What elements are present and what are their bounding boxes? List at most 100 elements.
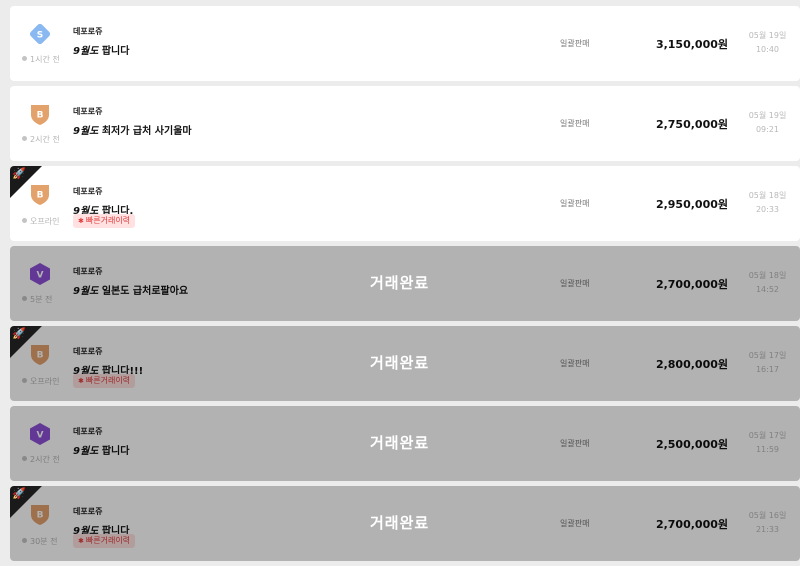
server-name: 9월도 xyxy=(73,286,99,297)
rocket-icon: 🚀 xyxy=(12,487,26,500)
price: 2,800,000원 xyxy=(655,358,728,371)
grade-badge-icon: B xyxy=(28,102,52,126)
trade-row[interactable]: B 2시간 전 데포로쥬 9월도 최저가 급처 사기울마 일괄판매 2,750,… xyxy=(10,86,800,161)
sale-type: 일괄판매 xyxy=(560,279,590,288)
price: 2,950,000원 xyxy=(655,198,728,211)
price: 2,700,000원 xyxy=(655,278,728,291)
status-text: 30분 전 xyxy=(30,537,58,546)
sale-type: 일괄판매 xyxy=(560,39,590,48)
grade-badge-icon: S xyxy=(28,22,52,46)
date-day: 05월 18일 xyxy=(748,191,787,200)
online-status: 30분 전 xyxy=(22,536,57,547)
date-time: 16:17 xyxy=(755,365,780,374)
trade-date: 05월 18일 14:52 xyxy=(745,269,790,297)
server-name: 9월도 xyxy=(73,126,99,137)
status-dot-icon xyxy=(22,538,27,543)
price: 3,150,000원 xyxy=(655,38,728,51)
grade-badge-icon: V xyxy=(28,422,52,446)
title-text: 최저가 급처 사기울마 xyxy=(101,126,192,137)
date-day: 05월 19일 xyxy=(748,111,787,120)
trade-completed-label: 거래완료 xyxy=(370,514,430,532)
date-time: 10:40 xyxy=(755,45,780,54)
title-text: 팝니다 xyxy=(101,446,130,457)
online-status: 오프라인 xyxy=(22,376,59,387)
date-time: 09:21 xyxy=(755,125,780,134)
rocket-icon: 🚀 xyxy=(12,167,26,180)
trade-completed-label: 거래완료 xyxy=(370,274,430,292)
fast-trade-badge: ✱ 빠른거래이력 xyxy=(73,534,136,548)
sale-type: 일괄판매 xyxy=(560,119,590,128)
date-day: 05월 19일 xyxy=(748,31,787,40)
sale-type: 일괄판매 xyxy=(560,439,590,448)
status-dot-icon xyxy=(22,456,27,461)
online-status: 1시간 전 xyxy=(22,54,60,65)
price: 2,700,000원 xyxy=(655,518,728,531)
status-text: 오프라인 xyxy=(30,217,60,226)
date-day: 05월 17일 xyxy=(748,351,787,360)
network-icon: ✱ xyxy=(78,217,84,225)
price: 2,750,000원 xyxy=(655,118,728,131)
trade-row[interactable]: 🚀 B 오프라인 데포로쥬 9월도 팝니다. ✱ 빠른거래이력 일괄판매 2,95… xyxy=(10,166,800,241)
fast-trade-label: 빠른거래이력 xyxy=(85,216,131,225)
trade-date: 05월 18일 20:33 xyxy=(745,189,790,217)
trade-row[interactable]: 🚀 B 오프라인 데포로쥬 9월도 팝니다!!! ✱ 빠른거래이력 거래완료 일괄… xyxy=(10,326,800,401)
trade-date: 05월 17일 11:59 xyxy=(745,429,790,457)
title-text: 일본도 급처로팔아요 xyxy=(101,286,189,297)
status-text: 5분 전 xyxy=(30,295,53,304)
sale-type: 일괄판매 xyxy=(560,359,590,368)
online-status: 5분 전 xyxy=(22,294,52,305)
status-text: 오프라인 xyxy=(30,377,60,386)
grade-badge-icon: V xyxy=(28,262,52,286)
online-status: 오프라인 xyxy=(22,216,59,227)
trade-title[interactable]: 9월도 팝니다 xyxy=(73,42,129,57)
date-day: 05월 18일 xyxy=(748,271,787,280)
online-status: 2시간 전 xyxy=(22,134,60,145)
svg-text:B: B xyxy=(37,111,44,121)
trade-title[interactable]: 9월도 일본도 급처로팔아요 xyxy=(73,282,188,297)
status-text: 2시간 전 xyxy=(30,455,60,464)
status-dot-icon xyxy=(22,136,27,141)
date-time: 14:52 xyxy=(755,285,780,294)
svg-text:V: V xyxy=(37,431,44,441)
rocket-icon: 🚀 xyxy=(12,327,26,340)
date-time: 21:33 xyxy=(755,525,780,534)
seller-name[interactable]: 데포로쥬 xyxy=(73,426,102,437)
seller-name[interactable]: 데포로쥬 xyxy=(73,506,102,517)
trade-row[interactable]: 🚀 B 30분 전 데포로쥬 9월도 팝니다 ✱ 빠른거래이력 거래완료 일괄판매… xyxy=(10,486,800,561)
date-time: 11:59 xyxy=(755,445,780,454)
status-dot-icon xyxy=(22,56,27,61)
title-text: 팝니다 xyxy=(101,46,130,57)
seller-name[interactable]: 데포로쥬 xyxy=(73,186,102,197)
server-name: 9월도 xyxy=(73,46,99,57)
trade-title[interactable]: 9월도 최저가 급처 사기울마 xyxy=(73,122,192,137)
status-text: 2시간 전 xyxy=(30,135,60,144)
date-time: 20:33 xyxy=(755,205,780,214)
svg-text:S: S xyxy=(37,31,43,41)
trade-date: 05월 17일 16:17 xyxy=(745,349,790,377)
status-dot-icon xyxy=(22,378,27,383)
trade-row[interactable]: V 5분 전 데포로쥬 9월도 일본도 급처로팔아요 거래완료 일괄판매 2,7… xyxy=(10,246,800,321)
status-dot-icon xyxy=(22,296,27,301)
seller-name[interactable]: 데포로쥬 xyxy=(73,26,102,37)
date-day: 05월 17일 xyxy=(748,431,787,440)
trade-date: 05월 16일 21:33 xyxy=(745,509,790,537)
seller-name[interactable]: 데포로쥬 xyxy=(73,106,102,117)
status-dot-icon xyxy=(22,218,27,223)
trade-row[interactable]: S 1시간 전 데포로쥬 9월도 팝니다 일괄판매 3,150,000원 05월… xyxy=(10,6,800,81)
trade-date: 05월 19일 10:40 xyxy=(745,29,790,57)
price: 2,500,000원 xyxy=(655,438,728,451)
trade-row[interactable]: V 2시간 전 데포로쥬 9월도 팝니다 거래완료 일괄판매 2,500,000… xyxy=(10,406,800,481)
fast-trade-label: 빠른거래이력 xyxy=(85,536,131,545)
trade-list: S 1시간 전 데포로쥬 9월도 팝니다 일괄판매 3,150,000원 05월… xyxy=(10,6,800,566)
seller-name[interactable]: 데포로쥬 xyxy=(73,346,102,357)
date-day: 05월 16일 xyxy=(748,511,787,520)
sale-type: 일괄판매 xyxy=(560,519,590,528)
trade-date: 05월 19일 09:21 xyxy=(745,109,790,137)
trade-completed-label: 거래완료 xyxy=(370,354,430,372)
fast-trade-badge: ✱ 빠른거래이력 xyxy=(73,214,136,228)
fast-trade-label: 빠른거래이력 xyxy=(85,376,131,385)
network-icon: ✱ xyxy=(78,377,84,385)
trade-title[interactable]: 9월도 팝니다 xyxy=(73,442,129,457)
fast-trade-badge: ✱ 빠른거래이력 xyxy=(73,374,136,388)
seller-name[interactable]: 데포로쥬 xyxy=(73,266,102,277)
